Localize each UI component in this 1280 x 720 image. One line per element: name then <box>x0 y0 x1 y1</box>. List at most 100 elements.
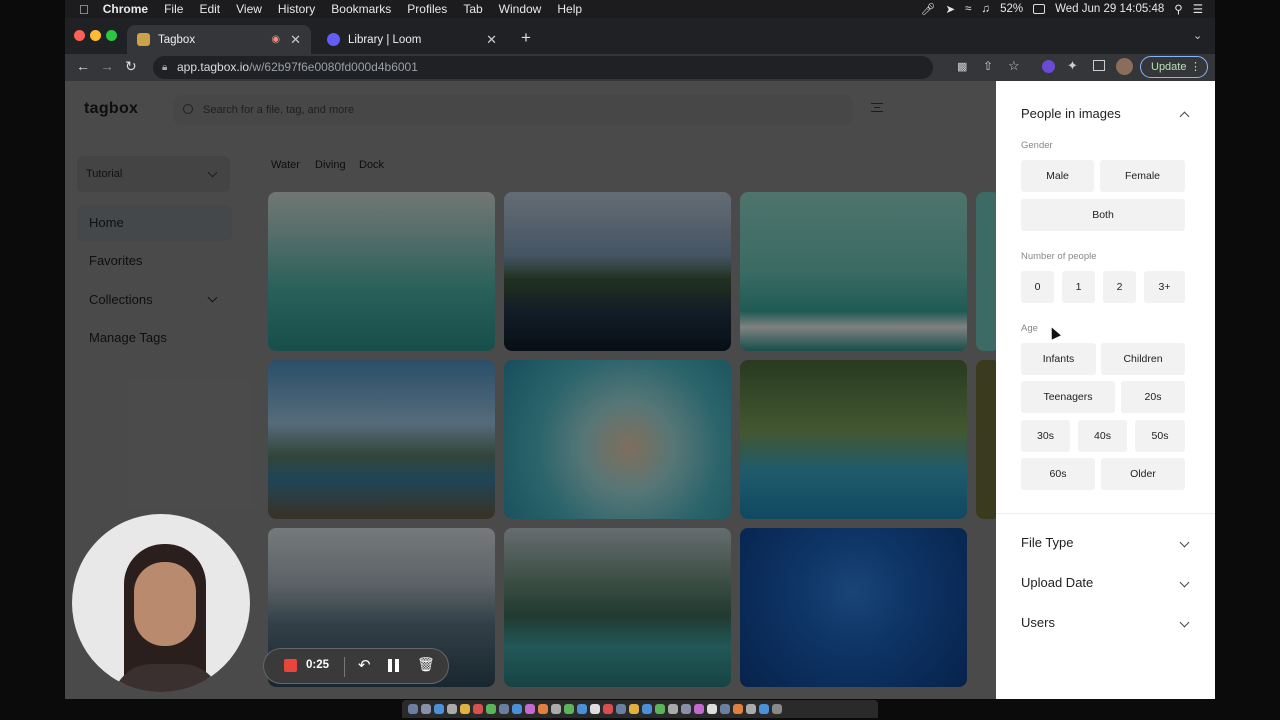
dock-app-icon[interactable] <box>447 704 457 714</box>
clock[interactable]: Wed Jun 29 14:05:48 <box>1055 3 1164 15</box>
dock-app-icon[interactable] <box>538 704 548 714</box>
tab-search-chevron-icon[interactable]: ⌄ <box>1193 29 1202 42</box>
option-both[interactable]: Both <box>1021 199 1185 231</box>
chevron-up-icon[interactable] <box>1179 111 1190 122</box>
webcam-bubble[interactable] <box>72 514 250 692</box>
window-zoom-button[interactable] <box>106 30 117 41</box>
dock-app-icon[interactable] <box>499 704 509 714</box>
wifi-icon[interactable]: ≈ <box>965 3 971 15</box>
dock-app-icon[interactable] <box>759 704 769 714</box>
more-menu-icon[interactable]: ⋮ <box>1190 57 1201 77</box>
close-tab-icon[interactable]: ✕ <box>290 32 301 48</box>
option-50s[interactable]: 50s <box>1135 420 1185 452</box>
apple-icon[interactable]:  <box>65 2 95 17</box>
users-header[interactable]: Users <box>1021 615 1190 630</box>
option-40s[interactable]: 40s <box>1078 420 1127 452</box>
dock-trash-icon[interactable] <box>772 704 782 714</box>
option-count-2[interactable]: 2 <box>1103 271 1136 303</box>
volume-icon[interactable]: ♫ <box>981 3 990 15</box>
option-older[interactable]: Older <box>1101 458 1185 490</box>
update-button[interactable]: Update ⋮ <box>1140 56 1208 78</box>
dock-app-icon[interactable] <box>460 704 470 714</box>
location-icon[interactable]: ➤ <box>946 2 956 16</box>
people-in-images-header[interactable]: People in images <box>1021 106 1190 122</box>
stop-recording-button[interactable] <box>284 659 297 672</box>
trash-icon[interactable]: 🗑︎ <box>417 656 435 673</box>
bookmark-star-icon[interactable]: ☆ <box>1008 58 1020 74</box>
option-male[interactable]: Male <box>1021 160 1094 192</box>
upload-date-header[interactable]: Upload Date <box>1021 575 1190 590</box>
dock-app-icon[interactable] <box>408 704 418 714</box>
menu-edit[interactable]: Edit <box>191 2 228 16</box>
menu-history[interactable]: History <box>270 2 323 16</box>
menu-window[interactable]: Window <box>491 2 550 16</box>
dock-app-icon[interactable] <box>564 704 574 714</box>
option-20s[interactable]: 20s <box>1121 381 1185 413</box>
camera-icon[interactable]: ▩ <box>957 60 967 73</box>
option-count-0[interactable]: 0 <box>1021 271 1054 303</box>
tab-loom[interactable]: Library | Loom ✕ <box>317 25 507 54</box>
reload-icon[interactable]: ↻ <box>125 58 137 75</box>
menu-app-name[interactable]: Chrome <box>95 2 156 16</box>
window-close-button[interactable] <box>74 30 85 41</box>
option-teenagers[interactable]: Teenagers <box>1021 381 1115 413</box>
spotlight-search-icon[interactable]: ⚲ <box>1174 2 1182 16</box>
option-infants[interactable]: Infants <box>1021 343 1096 375</box>
battery-icon[interactable] <box>1033 4 1046 14</box>
section-label: File Type <box>1021 535 1074 550</box>
dock-app-icon[interactable] <box>642 704 652 714</box>
pause-icon[interactable] <box>388 659 392 672</box>
dock-app-icon[interactable] <box>525 704 535 714</box>
chevron-down-icon[interactable] <box>1179 617 1190 628</box>
option-30s[interactable]: 30s <box>1021 420 1070 452</box>
option-count-3plus[interactable]: 3+ <box>1144 271 1185 303</box>
dock-app-icon[interactable] <box>473 704 483 714</box>
control-center-icon[interactable]: ☰ <box>1193 2 1203 16</box>
option-60s[interactable]: 60s <box>1021 458 1095 490</box>
option-female[interactable]: Female <box>1100 160 1185 192</box>
dock-app-icon[interactable] <box>629 704 639 714</box>
menu-file[interactable]: File <box>156 2 191 16</box>
loom-extension-icon[interactable] <box>1042 60 1055 73</box>
chevron-down-icon[interactable] <box>1179 537 1190 548</box>
dock-app-icon[interactable] <box>551 704 561 714</box>
dock-app-icon[interactable] <box>655 704 665 714</box>
file-type-header[interactable]: File Type <box>1021 535 1190 550</box>
side-panel-icon[interactable] <box>1093 60 1105 71</box>
dock-app-icon[interactable] <box>668 704 678 714</box>
option-children[interactable]: Children <box>1101 343 1185 375</box>
menu-tab[interactable]: Tab <box>455 2 490 16</box>
dock-app-icon[interactable] <box>486 704 496 714</box>
extensions-puzzle-icon[interactable]: ✦ <box>1067 58 1078 74</box>
dock-app-icon[interactable] <box>720 704 730 714</box>
dock-app-icon[interactable] <box>603 704 613 714</box>
undo-icon[interactable]: ↶ <box>358 656 371 674</box>
window-minimize-button[interactable] <box>90 30 101 41</box>
forward-arrow-icon[interactable]: → <box>100 58 114 74</box>
dock-app-icon[interactable] <box>707 704 717 714</box>
dock-app-icon[interactable] <box>733 704 743 714</box>
profile-avatar[interactable] <box>1116 58 1133 75</box>
dock-app-icon[interactable] <box>434 704 444 714</box>
option-count-1[interactable]: 1 <box>1062 271 1095 303</box>
dock-app-icon[interactable] <box>512 704 522 714</box>
dock-app-icon[interactable] <box>694 704 704 714</box>
share-icon[interactable]: ⇧ <box>983 59 993 73</box>
address-bar[interactable]: 🔒︎ app.tagbox.io/w/62b97f6e0080fd000d4b6… <box>153 56 933 79</box>
menu-help[interactable]: Help <box>549 2 590 16</box>
menu-view[interactable]: View <box>228 2 270 16</box>
microphone-icon[interactable]: 🎤︎ <box>921 2 936 16</box>
back-arrow-icon[interactable]: ← <box>76 58 90 74</box>
dock-app-icon[interactable] <box>681 704 691 714</box>
dock-app-icon[interactable] <box>616 704 626 714</box>
dock-app-icon[interactable] <box>746 704 756 714</box>
tab-tagbox[interactable]: Tagbox ◉ ✕ <box>127 25 311 54</box>
dock-app-icon[interactable] <box>577 704 587 714</box>
dock-app-icon[interactable] <box>590 704 600 714</box>
new-tab-button[interactable]: + <box>521 28 531 48</box>
close-tab-icon[interactable]: ✕ <box>486 32 497 48</box>
menu-bookmarks[interactable]: Bookmarks <box>323 2 399 16</box>
menu-profiles[interactable]: Profiles <box>399 2 455 16</box>
chevron-down-icon[interactable] <box>1179 577 1190 588</box>
dock-app-icon[interactable] <box>421 704 431 714</box>
